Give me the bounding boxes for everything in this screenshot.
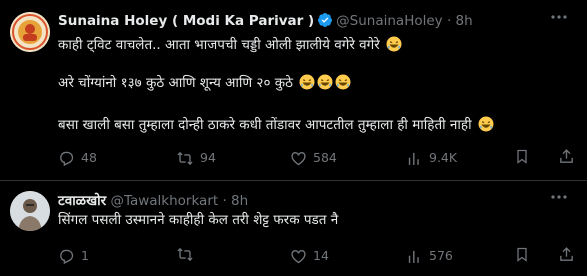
bookmark-icon <box>514 246 530 263</box>
tweet-text-line: सिंगल पसली उस्मानने काहीही केल तरी शेट्ट… <box>58 211 338 229</box>
views-button[interactable]: 576 <box>406 246 453 266</box>
tweet-actions: 48 94 584 9.4K <box>58 148 578 168</box>
repost-button[interactable] <box>176 246 200 263</box>
tweet-time[interactable]: 8h <box>456 13 473 29</box>
views-count: 576 <box>429 248 453 263</box>
like-count: 584 <box>313 150 337 165</box>
share-button[interactable] <box>558 246 575 263</box>
bookmark-button[interactable] <box>514 246 530 263</box>
repost-button[interactable]: 94 <box>176 148 216 168</box>
reply-button[interactable]: 1 <box>58 246 89 266</box>
share-icon <box>558 148 575 165</box>
reply-count: 1 <box>81 248 89 263</box>
avatar[interactable] <box>10 12 50 52</box>
avatar[interactable] <box>10 191 50 231</box>
reply-button[interactable]: 48 <box>58 148 97 168</box>
views-button[interactable]: 9.4K <box>406 148 457 168</box>
author-handle[interactable]: @SunainaHoley <box>336 13 443 29</box>
more-icon[interactable] <box>548 8 570 30</box>
laughing-emoji <box>299 74 315 95</box>
laughing-emoji <box>386 36 402 57</box>
repost-icon <box>176 150 194 167</box>
tweet-text: बसा खाली बसा तुम्हाला दोन्ही ठाकरे कधी त… <box>58 117 472 133</box>
laughing-emoji <box>317 74 333 95</box>
tweet-text-line: अरे चोंग्यांनो १३७ कुठे आणि शून्य आणि २०… <box>58 74 351 95</box>
author-handle[interactable]: @Tawalkhorkart <box>110 193 218 209</box>
like-icon <box>290 150 307 167</box>
views-icon <box>406 150 423 167</box>
reply-icon <box>58 150 75 167</box>
like-button[interactable]: 14 <box>290 246 329 266</box>
verified-badge-icon <box>317 12 333 33</box>
tweet-time[interactable]: 8h <box>231 193 248 209</box>
views-count: 9.4K <box>429 150 458 165</box>
time-separator: · <box>442 13 456 29</box>
tweet-header: Sunaina Holey ( Modi Ka Parivar ) @Sunain… <box>58 12 473 33</box>
more-icon[interactable] <box>548 188 570 210</box>
repost-count: 94 <box>200 150 216 165</box>
tweet-text: काही ट्विट वाचलेत.. आता भाजपची चड्डी ओली… <box>58 37 380 53</box>
laughing-emoji <box>335 74 351 95</box>
tweet-text-line: बसा खाली बसा तुम्हाला दोन्ही ठाकरे कधी त… <box>58 116 494 137</box>
laughing-emoji <box>478 116 494 137</box>
reply-icon <box>58 248 75 265</box>
time-separator: · <box>218 193 232 209</box>
tweet-actions: 1 14 576 <box>58 246 578 266</box>
like-count: 14 <box>313 248 329 263</box>
bookmark-button[interactable] <box>514 148 530 165</box>
views-icon <box>406 248 423 265</box>
share-button[interactable] <box>558 148 575 165</box>
like-icon <box>290 248 307 265</box>
tweet-text: अरे चोंग्यांनो १३७ कुठे आणि शून्य आणि २०… <box>58 75 293 91</box>
author-name[interactable]: टवाळखोर <box>58 193 106 209</box>
tweet-text-line: काही ट्विट वाचलेत.. आता भाजपची चड्डी ओली… <box>58 36 402 57</box>
tweet-text: सिंगल पसली उस्मानने काहीही केल तरी शेट्ट… <box>58 212 339 228</box>
reply-count: 48 <box>81 150 97 165</box>
bookmark-icon <box>514 148 530 165</box>
author-name[interactable]: Sunaina Holey ( Modi Ka Parivar ) <box>58 13 314 29</box>
repost-icon <box>176 246 194 263</box>
tweet-header: टवाळखोर @Tawalkhorkart · 8h <box>58 192 248 210</box>
like-button[interactable]: 584 <box>290 148 337 168</box>
share-icon <box>558 246 575 263</box>
